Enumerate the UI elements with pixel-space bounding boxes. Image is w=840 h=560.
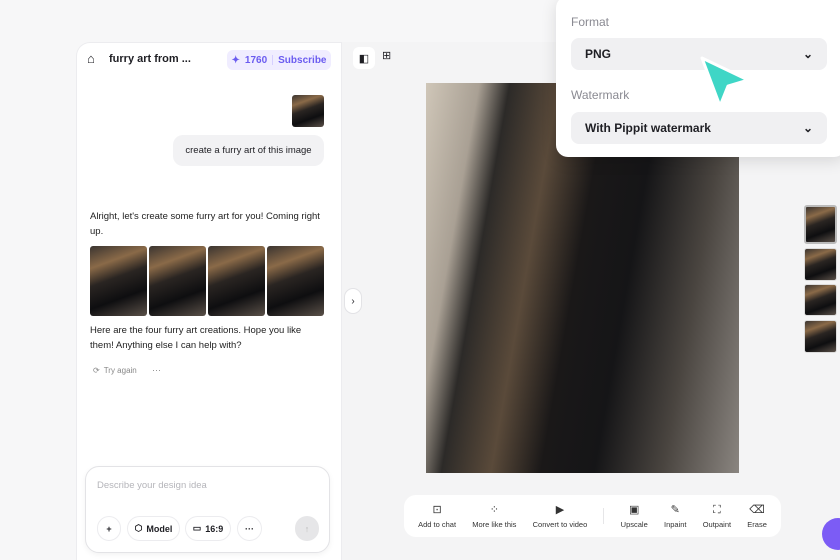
tool-label: Add to chat bbox=[418, 519, 457, 529]
single-view-button[interactable]: ◧ bbox=[353, 47, 375, 69]
tool-label: Outpaint bbox=[702, 519, 732, 529]
image-add-icon: ⊡ bbox=[432, 503, 442, 516]
inpaint-button[interactable]: ✎ Inpaint bbox=[664, 504, 687, 529]
tool-label: Convert to video bbox=[532, 519, 588, 529]
erase-button[interactable]: ⌫ Erase bbox=[747, 504, 767, 529]
divider bbox=[603, 508, 605, 524]
expand-icon: ⛶ bbox=[713, 503, 721, 516]
result-image-3[interactable] bbox=[208, 246, 265, 316]
model-label: Model bbox=[146, 523, 173, 534]
format-value: PNG bbox=[585, 47, 612, 61]
tool-label: More like this bbox=[472, 519, 517, 529]
user-message: create a furry art of this image bbox=[173, 135, 324, 166]
page-title: furry art from ... bbox=[109, 53, 191, 65]
more-button[interactable]: ··· bbox=[237, 516, 262, 541]
chevron-down-icon: ⌄ bbox=[802, 121, 813, 135]
prompt-input[interactable]: Describe your design idea bbox=[97, 480, 207, 491]
play-icon: ▶ bbox=[555, 503, 565, 516]
thumbnail-2[interactable] bbox=[804, 248, 837, 281]
refresh-icon: ⟳ bbox=[93, 366, 100, 375]
format-label: Format bbox=[571, 15, 610, 29]
prompt-box: Describe your design idea + ⬡ Model ▭ 16:9… bbox=[85, 466, 330, 553]
ratio-icon: ▭ bbox=[192, 523, 202, 533]
send-button[interactable]: ↑ bbox=[295, 516, 319, 541]
upscale-button[interactable]: ▣ Upscale bbox=[621, 504, 648, 529]
result-image-2[interactable] bbox=[149, 246, 206, 316]
nodes-icon: ⁘ bbox=[489, 503, 499, 516]
model-button[interactable]: ⬡ Model bbox=[127, 516, 180, 541]
assistant-message: Here are the four furry art creations. H… bbox=[90, 325, 302, 351]
tool-label: Erase bbox=[747, 519, 767, 529]
watermark-value: With Pippit watermark bbox=[585, 121, 711, 135]
thumbnail-1[interactable] bbox=[804, 205, 837, 244]
assistant-message: Alright, let's create some furry art for… bbox=[90, 211, 320, 237]
plus-icon: + bbox=[106, 523, 112, 534]
more-like-this-button[interactable]: ⁘ More like this bbox=[472, 504, 516, 529]
cube-icon: ⬡ bbox=[134, 523, 143, 533]
chat-panel: ⌂ furry art from ... ✦ 1760 Subscribe cr… bbox=[76, 42, 342, 560]
result-image-4[interactable] bbox=[267, 246, 324, 316]
add-to-chat-button[interactable]: ⊡ Add to chat bbox=[418, 504, 456, 529]
eraser-icon: ⌫ bbox=[749, 503, 765, 516]
credits-badge[interactable]: ✦ 1760 Subscribe bbox=[227, 50, 331, 70]
ratio-label: 16:9 bbox=[205, 523, 224, 534]
image-toolbar: ⊡ Add to chat ⁘ More like this ▶ Convert to… bbox=[404, 495, 781, 537]
thumbnail-4[interactable] bbox=[804, 320, 837, 353]
add-button[interactable]: + bbox=[97, 516, 121, 541]
convert-to-video-button[interactable]: ▶ Convert to video bbox=[533, 504, 588, 529]
brush-icon: ✎ bbox=[670, 503, 680, 516]
ratio-button[interactable]: ▭ 16:9 bbox=[185, 516, 231, 541]
tool-label: Upscale bbox=[620, 519, 648, 529]
grid-view-button[interactable]: ⊞ bbox=[382, 49, 391, 62]
thumbnail-3[interactable] bbox=[804, 284, 837, 316]
sparkle-icon: ✦ bbox=[231, 54, 240, 66]
panel-icon: ◧ bbox=[358, 52, 370, 65]
credits-count: 1760 bbox=[244, 54, 268, 66]
tool-label: Inpaint bbox=[663, 519, 687, 529]
subscribe-button[interactable]: Subscribe bbox=[278, 55, 326, 66]
home-icon[interactable]: ⌂ bbox=[87, 51, 95, 66]
hd-icon: ▣ bbox=[629, 503, 640, 516]
grid-icon: ⊞ bbox=[382, 50, 392, 62]
watermark-select[interactable]: With Pippit watermark ⌄ bbox=[571, 112, 827, 144]
watermark-label: Watermark bbox=[571, 88, 630, 102]
collapse-toggle[interactable]: › bbox=[344, 288, 362, 314]
chevron-down-icon: ⌄ bbox=[802, 47, 813, 61]
more-options-button[interactable]: ··· bbox=[152, 365, 161, 375]
arrow-up-icon: ↑ bbox=[304, 523, 310, 534]
try-again-button[interactable]: ⟳ Try again bbox=[93, 366, 137, 375]
result-image-1[interactable] bbox=[90, 246, 147, 316]
uploaded-image[interactable] bbox=[292, 95, 324, 127]
try-again-label: Try again bbox=[103, 366, 137, 375]
cursor-icon bbox=[700, 56, 750, 108]
outpaint-button[interactable]: ⛶ Outpaint bbox=[703, 504, 731, 529]
chevron-right-icon: › bbox=[351, 295, 355, 307]
